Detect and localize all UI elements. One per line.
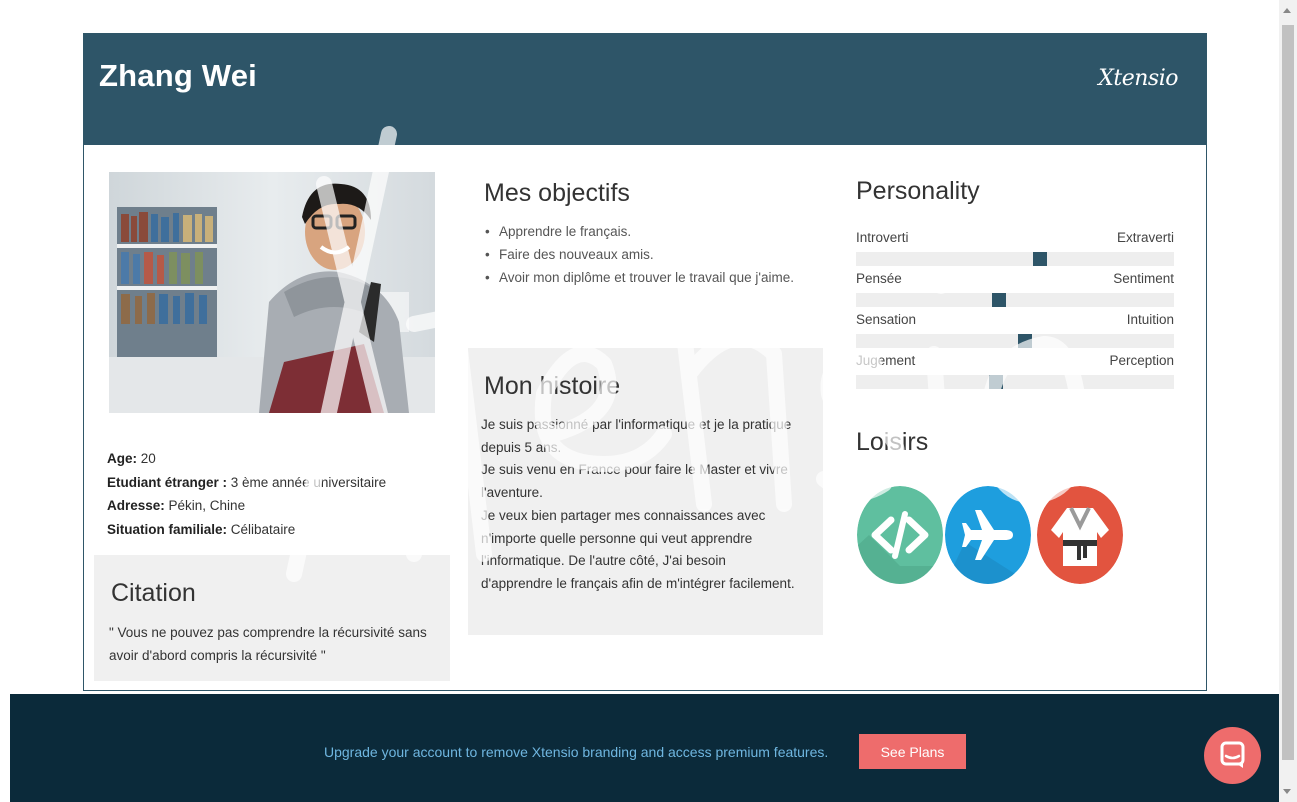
story-text: Je suis passionné par l'informatique et … [481,414,801,596]
goals-title: Mes objectifs [484,179,630,207]
detail-address: Adresse: Pékin, Chine [107,498,246,513]
trait-slider-knob[interactable] [1033,252,1048,266]
story-title: Mon histoire [484,372,621,400]
trait-track [856,293,1174,307]
xtensio-logo: Xtensio [1098,66,1178,91]
judo-gi-icon [1037,486,1123,584]
detail-age: Age: 20 [107,451,156,466]
detail-family: Situation familiale: Célibataire [107,521,296,537]
goal-item: Avoir mon diplôme et trouver le travail … [485,266,809,289]
personality-title: Personality [856,177,980,205]
story-line: Je veux bien partager mes connaissances … [481,507,795,591]
trait-slider-knob[interactable] [1017,334,1032,348]
persona-photo [109,172,435,413]
trait-right-label: Perception [1109,353,1174,368]
hobbies-title: Loisirs [856,428,929,456]
trait-right-label: Intuition [1126,312,1174,327]
trait-track [856,334,1174,348]
citation-section: Citation " Vous ne pouvez pas comprendre… [94,555,450,681]
code-icon [857,486,943,584]
citation-text: " Vous ne pouvez pas comprendre la récur… [109,625,427,663]
goals-list: Apprendre le français. Faire des nouveau… [484,220,809,289]
persona-card: Zhang Wei Xtensio Age: 20 Etudiant étran… [83,33,1207,691]
goal-item: Apprendre le français. [485,220,809,243]
story-line: Je suis passionné par l'informatique et … [481,417,792,455]
trait-right-label: Sentiment [1113,271,1174,286]
chat-icon [1220,741,1245,768]
scroll-down-arrow-icon[interactable] [1283,789,1291,794]
trait-left-label: Pensée [856,271,902,286]
trait-track [856,375,1174,389]
story-section: Mon histoire Je suis passionné par l'inf… [468,348,823,635]
goal-item: Faire des nouveaux amis. [485,243,809,266]
airplane-icon [945,486,1031,584]
trait-left-label: Sensation [856,312,917,327]
scroll-up-arrow-icon[interactable] [1283,8,1291,13]
detail-student: Etudiant étranger : 3 ème année universi… [107,474,387,490]
persona-header: Zhang Wei Xtensio [84,34,1206,145]
see-plans-button[interactable]: See Plans [859,734,966,769]
persona-details: Age: 20 Etudiant étranger : 3 ème année … [107,447,386,541]
trait-slider-knob[interactable] [988,375,1003,389]
persona-name: Zhang Wei [99,58,257,93]
upgrade-message: Upgrade your account to remove Xtensio b… [324,744,829,760]
trait-track [856,252,1174,266]
story-line: Je suis venu en France pour faire le Mas… [481,462,788,501]
upgrade-banner: Upgrade your account to remove Xtensio b… [10,694,1279,802]
trait-left-label: Introverti [856,230,909,245]
citation-title: Citation [111,579,196,607]
trait-right-label: Extraverti [1116,230,1174,245]
scroll-thumb[interactable] [1282,25,1294,760]
chat-launcher-button[interactable] [1204,727,1261,784]
trait-slider-knob[interactable] [992,293,1007,307]
trait-left-label: Jugement [856,353,916,368]
